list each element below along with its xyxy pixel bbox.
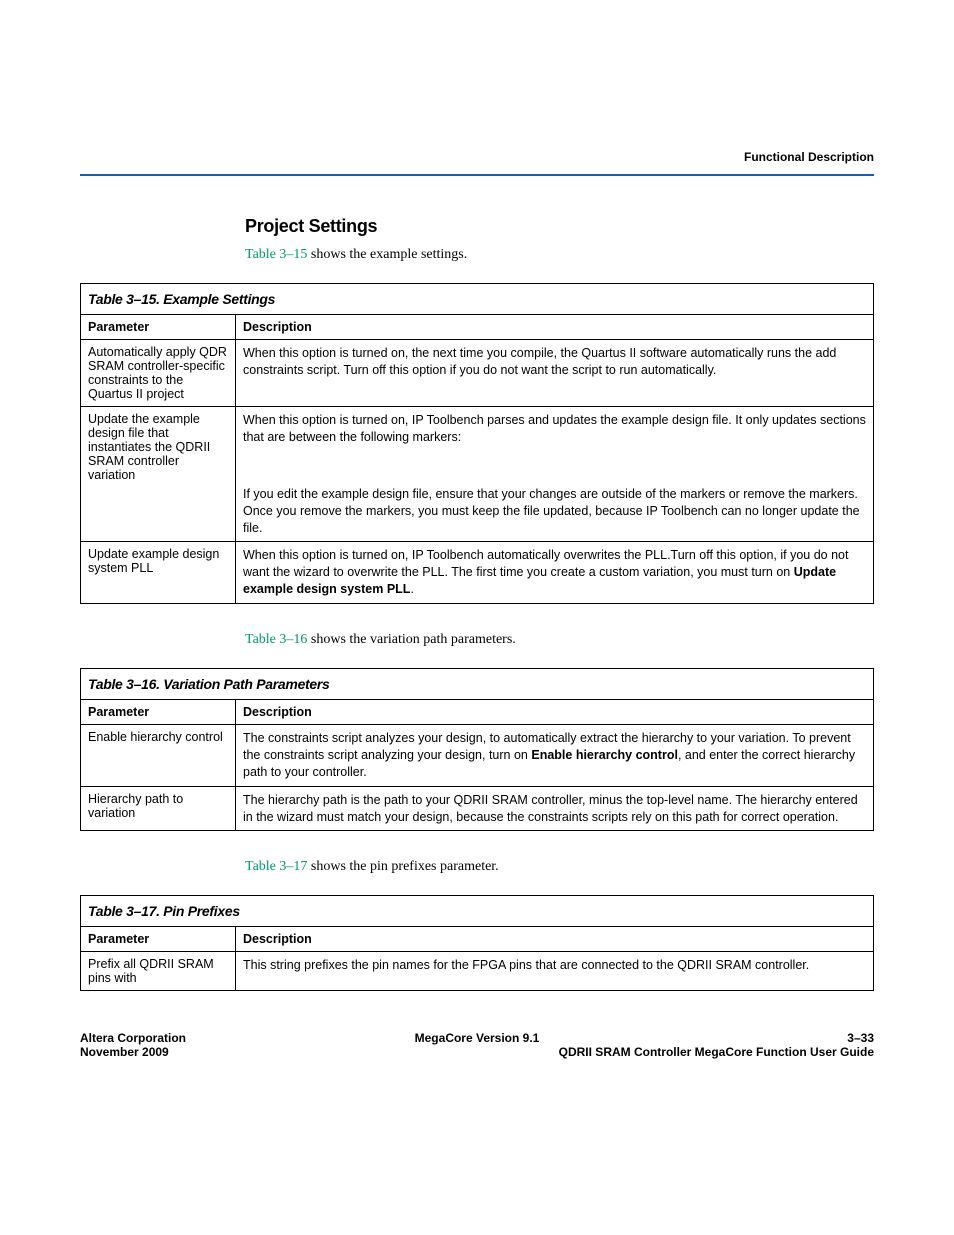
table-row: Enable hierarchy control The constraints… [81, 725, 874, 787]
cell-param: Automatically apply QDR SRAM controller-… [81, 340, 236, 407]
footer-left-2: November 2009 [80, 1045, 280, 1059]
col-description: Description [236, 315, 874, 340]
desc-part-b: Enable hierarchy control [531, 748, 678, 762]
cell-desc: The constraints script analyzes your des… [236, 725, 874, 787]
table-3-16: Table 3–16. Variation Path Parameters Pa… [80, 668, 874, 831]
table-row: Hierarchy path to variation The hierarch… [81, 786, 874, 831]
footer-center: MegaCore Version 9.1 [280, 1031, 674, 1045]
running-header: Functional Description [80, 150, 874, 176]
cell-desc: This string prefixes the pin names for t… [236, 952, 874, 991]
table-3-15: Table 3–15. Example Settings Parameter D… [80, 283, 874, 604]
table-row: Update example design system PLL When th… [81, 542, 874, 604]
table-3-17: Table 3–17. Pin Prefixes Parameter Descr… [80, 895, 874, 991]
col-description: Description [236, 700, 874, 725]
table-16-caption: Table 3–16. Variation Path Parameters [81, 669, 874, 700]
col-parameter: Parameter [81, 927, 236, 952]
cell-param: Prefix all QDRII SRAM pins with [81, 952, 236, 991]
cell-desc: The hierarchy path is the path to your Q… [236, 786, 874, 831]
intro-tail-15: shows the example settings. [307, 247, 467, 262]
cell-param: Enable hierarchy control [81, 725, 236, 787]
cell-param: Update the example design file that inst… [81, 407, 236, 542]
table-15-caption: Table 3–15. Example Settings [81, 284, 874, 315]
table-row: Prefix all QDRII SRAM pins with This str… [81, 952, 874, 991]
col-parameter: Parameter [81, 700, 236, 725]
col-parameter: Parameter [81, 315, 236, 340]
desc-part-a: When this option is turned on, IP Toolbe… [243, 548, 848, 579]
cell-param: Update example design system PLL [81, 542, 236, 604]
cell-param: Hierarchy path to variation [81, 786, 236, 831]
intro-tail-16: shows the variation path parameters. [307, 632, 515, 647]
table-17-caption: Table 3–17. Pin Prefixes [81, 896, 874, 927]
table-ref-17: Table 3–17 [245, 859, 307, 874]
cell-desc: When this option is turned on, the next … [236, 340, 874, 407]
footer-right-1: 3–33 [674, 1031, 874, 1045]
intro-text-17: Table 3–17 shows the pin prefixes parame… [245, 859, 874, 875]
cell-desc: When this option is turned on, IP Toolbe… [236, 542, 874, 604]
table-row: Update the example design file that inst… [81, 407, 874, 542]
intro-text-16: Table 3–16 shows the variation path para… [245, 632, 874, 648]
desc-para-2: If you edit the example design file, ens… [243, 486, 866, 537]
table-ref-16: Table 3–16 [245, 632, 307, 647]
col-description: Description [236, 927, 874, 952]
table-ref-15: Table 3–15 [245, 247, 307, 262]
section-heading: Project Settings [245, 216, 874, 237]
intro-tail-17: shows the pin prefixes parameter. [307, 859, 498, 874]
desc-para-1: When this option is turned on, IP Toolbe… [243, 412, 866, 446]
desc-part-c: . [410, 582, 413, 596]
footer-left-1: Altera Corporation [80, 1031, 280, 1045]
intro-text-15: Table 3–15 shows the example settings. [245, 247, 874, 263]
table-row: Automatically apply QDR SRAM controller-… [81, 340, 874, 407]
cell-desc: When this option is turned on, IP Toolbe… [236, 407, 874, 542]
